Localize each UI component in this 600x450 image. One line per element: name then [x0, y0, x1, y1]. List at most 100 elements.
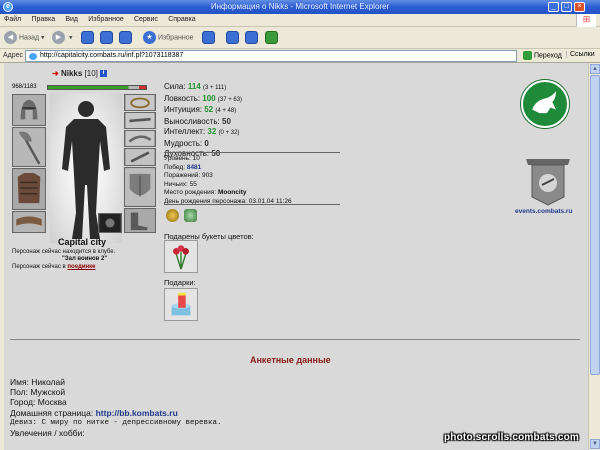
minimize-button[interactable]: _: [548, 2, 559, 12]
menu-favorites[interactable]: Избранное: [84, 14, 127, 23]
address-label: Адрес: [3, 52, 24, 59]
weapon-slot[interactable]: [12, 127, 46, 167]
info-badge-icon[interactable]: i: [100, 70, 108, 78]
menu-edit[interactable]: Правка: [27, 14, 59, 23]
belt-slot[interactable]: [12, 211, 46, 233]
scroll-thumb[interactable]: [590, 75, 600, 375]
section-divider: [10, 339, 580, 340]
guild-badge-icon[interactable]: [184, 209, 197, 222]
print-button[interactable]: [245, 31, 258, 44]
stat-value: 114: [187, 82, 201, 91]
character-name: ➜ Nikks [10] i: [52, 69, 108, 78]
ring-slot-2[interactable]: [124, 112, 156, 129]
ring-slot-1[interactable]: [124, 94, 156, 111]
extension-button[interactable]: [265, 31, 278, 44]
address-bar: Адрес http://capitalcity.combats.ru/inf.…: [0, 49, 600, 63]
scroll-up-icon[interactable]: ▲: [590, 64, 600, 74]
gifts-label: Подарки:: [164, 278, 196, 287]
hp-text: 968/1183: [12, 84, 37, 90]
stat-label: Сила:: [164, 82, 186, 91]
back-button[interactable]: ◀ Назад ▾: [4, 31, 45, 45]
stat-label: Интуиция:: [164, 105, 202, 114]
go-arrow-icon: [523, 51, 532, 60]
stat-modifier: (3 + 111): [202, 85, 227, 91]
stat-row: Выносливость: 50: [164, 117, 242, 128]
stat-value: 100: [202, 93, 216, 103]
history-button[interactable]: [202, 31, 215, 44]
divider: [164, 204, 340, 205]
events-link[interactable]: events.combats.ru: [515, 208, 572, 215]
stat-label: Интеллект:: [164, 127, 206, 136]
profile-block: Имя: Николай Пол: Мужской Город: Москва …: [10, 377, 222, 439]
links-button[interactable]: Ссылки: [566, 51, 595, 58]
stat-row: Мудрость: 0: [164, 139, 242, 150]
stop-button[interactable]: [81, 31, 94, 44]
clan-badge-icon[interactable]: [166, 209, 179, 222]
gift-icon: [171, 292, 191, 316]
refresh-button[interactable]: [100, 31, 113, 44]
hp-bar: [47, 85, 147, 90]
mail-button[interactable]: [226, 31, 239, 44]
menu-view[interactable]: Вид: [61, 14, 82, 23]
window-titlebar: e Информация о Nikks - Microsoft Interne…: [0, 0, 600, 14]
location-text: Персонаж сейчас находится в клубе.: [12, 249, 116, 255]
stat-row: Сила: 114 (3 + 111): [164, 82, 242, 94]
scroll-down-icon[interactable]: ▼: [590, 439, 600, 449]
events-banner-icon[interactable]: [522, 155, 574, 207]
stat-row: Интеллект: 32 (0 + 32): [164, 127, 242, 139]
hp-bar-end: [139, 86, 146, 89]
stat-label: Ловкость:: [164, 93, 201, 103]
city-name: Capital city: [58, 237, 107, 247]
forward-button[interactable]: ▶ ▾: [52, 31, 72, 45]
page-content: ➜ Nikks [10] i 968/1183 Capital city Пер…: [4, 63, 588, 450]
battle-link[interactable]: поединке: [67, 264, 95, 270]
menu-file[interactable]: Файл: [0, 14, 25, 23]
stat-row: Ловкость: 100 (37 + 63): [164, 94, 242, 106]
location-room: "Зал воинов 2": [62, 256, 108, 262]
stat-value: 32: [207, 127, 217, 136]
battle-status: Персонаж сейчас в поединке: [12, 264, 96, 270]
armor-slot[interactable]: [12, 168, 46, 210]
address-input[interactable]: http://capitalcity.combats.ru/inf.pl?107…: [25, 50, 517, 62]
windows-logo-icon: ⊞: [576, 14, 596, 27]
toolbar: ◀ Назад ▾ ▶ ▾ ★ Избранное: [0, 27, 600, 49]
anketa-title: Анкетные данные: [250, 355, 331, 365]
stat-modifier: (37 + 63): [217, 96, 243, 103]
stat-value: 0: [204, 138, 209, 148]
clan-emblem-icon[interactable]: [521, 80, 569, 128]
close-button[interactable]: ×: [574, 2, 585, 12]
bouquet-icon: [173, 245, 189, 270]
helmet-slot[interactable]: [12, 94, 46, 126]
ring-slot-3[interactable]: [124, 130, 156, 147]
gift-item[interactable]: [164, 288, 198, 321]
item-slot-small[interactable]: [98, 213, 122, 233]
menu-bar: Файл Правка Вид Избранное Сервис Справка…: [0, 14, 600, 27]
home-button[interactable]: [119, 31, 132, 44]
stat-label: Мудрость:: [164, 138, 203, 148]
stat-value: 52: [204, 105, 214, 114]
divider: [164, 152, 340, 153]
stat-row: Интуиция: 52 (4 + 48): [164, 105, 242, 117]
favorites-button[interactable]: ★ Избранное: [143, 31, 193, 45]
homepage-link[interactable]: http://bb.kombats.ru: [96, 408, 178, 418]
stat-modifier: (4 + 48): [215, 108, 237, 114]
boots-slot[interactable]: [124, 208, 156, 233]
star-icon: ★: [143, 31, 156, 44]
forward-arrow-icon: ▶: [52, 31, 65, 44]
watermark: photo.scrolls.combats.com: [444, 432, 580, 443]
gloves-slot[interactable]: [124, 148, 156, 166]
maximize-button[interactable]: □: [561, 2, 572, 12]
stat-modifier: (0 + 32): [218, 130, 240, 136]
vertical-scrollbar[interactable]: ▲ ▼: [588, 63, 600, 450]
back-arrow-icon: ◀: [4, 31, 17, 44]
window-title: Информация о Nikks - Microsoft Internet …: [210, 2, 390, 11]
shield-slot[interactable]: [124, 167, 156, 207]
menu-help[interactable]: Справка: [164, 14, 199, 23]
go-button[interactable]: Переход: [523, 51, 562, 60]
stat-value: 50: [222, 116, 231, 126]
menu-tools[interactable]: Сервис: [130, 14, 162, 23]
stats-list: Сила: 114 (3 + 111) Ловкость: 100 (37 + 6…: [164, 82, 242, 160]
page-icon: [29, 53, 37, 60]
flower-gift[interactable]: [164, 240, 198, 273]
private-arrow-icon[interactable]: ➜: [52, 69, 59, 78]
